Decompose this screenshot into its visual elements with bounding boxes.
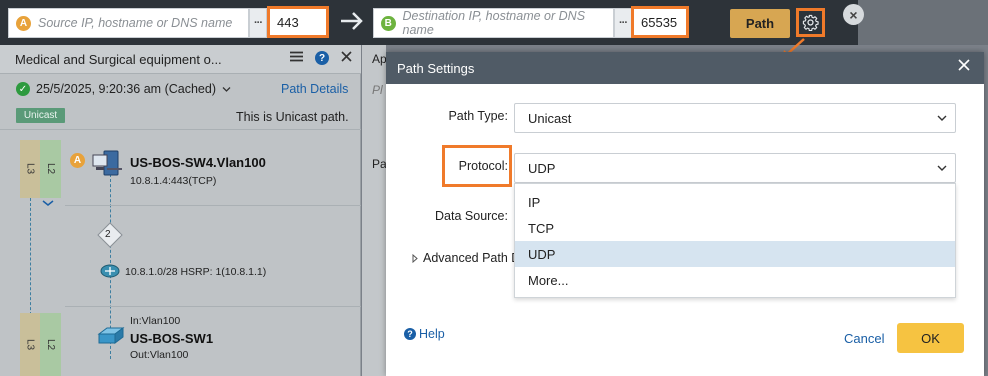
source-more-button[interactable]: ···: [249, 8, 267, 38]
destination-badge-icon: B: [381, 15, 396, 31]
close-icon[interactable]: [958, 58, 970, 76]
chevron-down-icon: [937, 165, 947, 171]
path-settings-dialog: Path Settings Path Type: Unicast Protoco…: [386, 52, 984, 376]
source-port-input[interactable]: 443: [267, 6, 329, 38]
layer-indicator: L3 L2: [20, 140, 61, 198]
path-type-label: Path Type:: [448, 109, 508, 123]
device-name[interactable]: US-BOS-SW4.Vlan100: [130, 155, 266, 170]
path-details-link[interactable]: Path Details: [281, 82, 348, 96]
option-ip[interactable]: IP: [515, 189, 955, 215]
dialog-header: [386, 52, 984, 84]
menu-icon[interactable]: [290, 51, 303, 65]
hop-count: 2: [105, 229, 111, 240]
destination-more-button[interactable]: ···: [614, 8, 632, 38]
close-path-bar-button[interactable]: ×: [843, 4, 864, 25]
subnet-label[interactable]: 10.8.1.0/28 HSRP: 1(10.8.1.1): [125, 266, 266, 278]
path-type-note: This is Unicast path.: [236, 110, 349, 124]
placeholder-text: Pl: [372, 83, 383, 97]
ok-button[interactable]: OK: [897, 323, 964, 353]
dialog-title: Path Settings: [397, 61, 475, 76]
help-label: Help: [419, 327, 445, 341]
out-interface: Out:Vlan100: [130, 349, 189, 361]
advanced-path-toggle[interactable]: Advanced Path D: [412, 251, 520, 265]
background-panel: Ap Pl Pa: [362, 45, 387, 376]
help-circle-icon[interactable]: ?: [315, 51, 329, 65]
layer-l3-label: L3: [20, 313, 40, 376]
divider: [65, 205, 361, 206]
router-icon: [100, 264, 120, 281]
switch-icon: [97, 326, 125, 349]
chevron-right-icon: [412, 253, 418, 263]
topbar-overlay-area: [858, 0, 988, 45]
success-check-icon: ✓: [16, 82, 30, 96]
data-source-label: Data Source:: [435, 209, 508, 223]
in-interface: In:Vlan100: [130, 315, 181, 327]
section-label: Pa: [372, 157, 387, 171]
tab-label: Ap: [372, 52, 387, 66]
divider: [0, 129, 361, 130]
layer-l2-label: L2: [40, 313, 61, 376]
path-settings-gear-icon[interactable]: [796, 8, 825, 37]
chevron-down-icon: [223, 87, 231, 92]
divider: [65, 306, 361, 307]
help-link[interactable]: ? Help: [404, 327, 445, 341]
path-connector-line: [30, 198, 31, 320]
expand-chevron-icon[interactable]: [42, 195, 54, 209]
device-name[interactable]: US-BOS-SW1: [130, 331, 213, 346]
chevron-down-icon: [937, 115, 947, 121]
destination-port-input[interactable]: 65535: [631, 6, 689, 38]
source-placeholder: Source IP, hostname or DNS name: [38, 16, 233, 30]
protocol-label: Protocol:: [458, 159, 508, 173]
cancel-button[interactable]: Cancel: [844, 331, 884, 346]
protocol-dropdown-menu: IP TCP UDP More...: [514, 183, 956, 298]
panel-header-actions: ?: [290, 51, 352, 65]
path-button[interactable]: Path: [730, 9, 790, 38]
close-icon[interactable]: [341, 51, 352, 65]
layer-l3-label: L3: [20, 140, 40, 198]
path-type-value: Unicast: [528, 110, 572, 126]
unicast-badge: Unicast: [16, 108, 65, 123]
timestamp-text: 25/5/2025, 9:20:36 am (Cached): [36, 82, 216, 96]
source-badge-icon: A: [70, 153, 85, 168]
layer-indicator: L3 L2: [20, 313, 61, 376]
server-icon: [92, 149, 126, 180]
option-udp[interactable]: UDP: [515, 241, 955, 267]
path-timestamp[interactable]: 25/5/2025, 9:20:36 am (Cached): [36, 82, 231, 96]
protocol-select[interactable]: UDP: [514, 153, 956, 183]
option-more[interactable]: More...: [515, 267, 955, 293]
advanced-path-label: Advanced Path D: [423, 251, 521, 265]
layer-l2-label: L2: [40, 140, 61, 198]
option-tcp[interactable]: TCP: [515, 215, 955, 241]
arrow-right-icon: [339, 10, 365, 39]
source-input[interactable]: A Source IP, hostname or DNS name: [8, 8, 249, 38]
source-badge-icon: A: [16, 15, 31, 31]
panel-title: Medical and Surgical equipment o...: [15, 52, 222, 67]
path-type-select[interactable]: Unicast: [514, 103, 956, 133]
device-interface: 10.8.1.4:443(TCP): [130, 175, 217, 187]
path-list-panel: Medical and Surgical equipment o... ? ✓ …: [0, 45, 361, 376]
destination-input[interactable]: B Destination IP, hostname or DNS name: [373, 8, 614, 38]
destination-placeholder: Destination IP, hostname or DNS name: [402, 9, 586, 37]
protocol-value: UDP: [528, 160, 556, 176]
help-circle-icon: ?: [404, 328, 416, 340]
